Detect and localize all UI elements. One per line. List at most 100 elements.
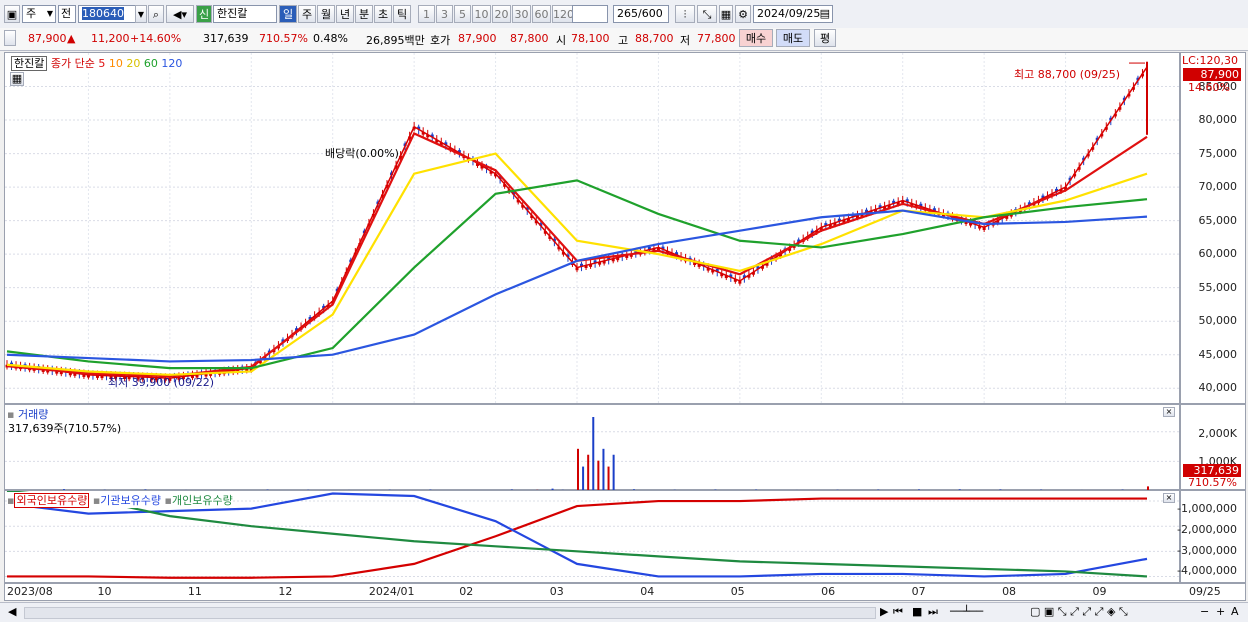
x-tick: 05 <box>731 585 745 598</box>
interval-30[interactable]: 30 <box>512 5 531 23</box>
tool-icons[interactable]: ▢ ▣ ⤡ ⤢ ⤢ ⤢ ◈ ⤡ <box>1030 605 1128 619</box>
chevron-down-icon: ▼ <box>47 6 53 22</box>
scroll-bar[interactable]: ◀ ▶ ⏮ ■ ⏭ ──┴── ▢ ▣ ⤡ ⤢ ⤢ ⤢ ◈ ⤡ − + A <box>0 602 1248 622</box>
tab-2[interactable]: 월 <box>317 5 335 23</box>
zoom-out-icon[interactable]: − <box>1200 605 1209 618</box>
info-toggle-icon[interactable] <box>4 30 16 46</box>
eval-button[interactable]: 평 <box>814 29 836 47</box>
price-tick: 65,000 <box>1199 214 1238 227</box>
interval-3[interactable]: 3 <box>436 5 453 23</box>
gear-icon[interactable]: ⚙ <box>735 5 751 23</box>
interval-20[interactable]: 20 <box>492 5 511 23</box>
interval-10[interactable]: 10 <box>472 5 491 23</box>
volume-bar <box>577 449 579 491</box>
scroll-track[interactable] <box>24 607 876 619</box>
high: 88,700 <box>635 32 674 45</box>
zoom-slider-icon[interactable]: ──┴── <box>950 605 983 618</box>
price-tick: 75,000 <box>1199 147 1238 160</box>
x-tick: 09/25 <box>1189 585 1221 598</box>
date-value: 2024/09/25 <box>757 7 820 20</box>
scroll-left-icon[interactable]: ◀ <box>8 605 16 618</box>
holding-legend: ▪외국인보유수량 ▪기관보유수량 ▪개인보유수량 <box>7 492 233 508</box>
price-tick: 55,000 <box>1199 281 1238 294</box>
volume-close-icon[interactable]: × <box>1163 407 1175 417</box>
interval-5[interactable]: 5 <box>454 5 471 23</box>
tab-1[interactable]: 주 <box>298 5 316 23</box>
legend-ma20: 20 <box>126 57 140 70</box>
speaker-icon[interactable]: ◀▾ <box>166 5 194 23</box>
change-pct: +14.60% <box>130 32 181 45</box>
sell-button[interactable]: 매도 <box>776 29 810 47</box>
x-tick: 08 <box>1002 585 1016 598</box>
low: 77,800 <box>697 32 736 45</box>
period-select[interactable]: 주▼ <box>22 5 56 23</box>
scroll-right-icon[interactable]: ▶ <box>880 605 888 618</box>
tab-6[interactable]: 틱 <box>393 5 411 23</box>
zoom-in-icon[interactable]: + <box>1216 605 1225 618</box>
interval-120[interactable]: 120 <box>552 5 574 23</box>
legend-institution: 기관보유수량 <box>100 494 161 507</box>
candle-icon[interactable]: ⫶ <box>675 5 695 23</box>
tab-4[interactable]: 분 <box>355 5 373 23</box>
interval-60[interactable]: 60 <box>532 5 551 23</box>
holding-tick-3m: -3,000,000 <box>1177 544 1237 557</box>
count-field[interactable]: 265/600 <box>613 5 669 23</box>
mode-select-value: 전 <box>61 7 71 20</box>
box-icon: ▪ <box>165 494 172 507</box>
x-tick: 2023/08 <box>7 585 53 598</box>
open-label: 시 <box>556 32 566 48</box>
change: 11,200 <box>91 32 130 45</box>
volume-bar <box>608 467 610 491</box>
stop-icon[interactable]: ■ <box>912 605 922 618</box>
grid-icon[interactable]: ▦ <box>719 5 733 23</box>
count-value: 265 <box>617 7 638 20</box>
turnover-pct: 0.48% <box>313 32 348 45</box>
blank-select[interactable] <box>572 5 608 23</box>
volume-bar <box>582 467 584 491</box>
buy-button[interactable]: 매수 <box>739 29 773 47</box>
price-tick: 50,000 <box>1199 314 1238 327</box>
holding-tick-4m: -4,000,000 <box>1177 564 1237 577</box>
menu-icon[interactable]: ▣ <box>4 5 20 23</box>
legend-prefix: 종가 단순 <box>51 57 95 70</box>
volume-badge-pct: 710.57% <box>1188 476 1237 489</box>
volume-bar <box>602 449 604 491</box>
x-tick: 06 <box>821 585 835 598</box>
search-icon[interactable]: ⌕ <box>148 5 164 23</box>
x-axis: 2023/081011122024/01020304050607080909/2… <box>4 583 1246 601</box>
holding-tick-2m: -2,000,000 <box>1177 523 1237 536</box>
code-value: 180640 <box>82 7 124 20</box>
price-axis: LC:120,30 85,00080,00075,00070,00065,000… <box>1180 52 1246 404</box>
price-tick: 40,000 <box>1199 381 1238 394</box>
volume-tick-2000k: 2,000K <box>1198 427 1237 440</box>
price-chart[interactable] <box>5 53 1181 405</box>
mode-select[interactable]: 전 <box>58 5 76 23</box>
current-price-badge: 87,900 <box>1183 68 1241 81</box>
volume: 317,639 <box>203 32 249 45</box>
dividend-annotation: 배당락(0.00%) <box>325 145 399 161</box>
holding-close-icon[interactable]: × <box>1163 493 1175 503</box>
first-icon[interactable]: ⏮ <box>893 605 903 619</box>
volume-chart[interactable] <box>5 405 1181 491</box>
stock-name-field[interactable]: 한진칼 <box>213 5 277 23</box>
next-icon[interactable]: ⏭ <box>928 605 938 619</box>
tab-3[interactable]: 년 <box>336 5 354 23</box>
calendar-icon[interactable]: ▤ <box>820 6 830 22</box>
tab-0[interactable]: 일 <box>279 5 297 23</box>
legend: 한진칼 종가 단순 5 10 20 60 120 <box>11 55 182 71</box>
panel-menu-icon[interactable]: ▦ <box>10 72 24 86</box>
interval-1[interactable]: 1 <box>418 5 435 23</box>
x-tick: 07 <box>912 585 926 598</box>
draw-icon[interactable]: ⤡ <box>697 5 717 23</box>
price-panel: 한진칼 종가 단순 5 10 20 60 120 ▦ 최고 88,700 (09… <box>4 52 1180 404</box>
date-field[interactable]: 2024/09/25▤ <box>753 5 833 23</box>
volume-subtitle: 317,639주(710.57%) <box>8 420 121 436</box>
code-input[interactable]: 180640 <box>78 5 136 23</box>
tab-5[interactable]: 초 <box>374 5 392 23</box>
code-dropdown-button[interactable]: ▼ <box>135 5 147 23</box>
holding-axis: -1,000,000 -2,000,000 -3,000,000 -4,000,… <box>1180 490 1246 583</box>
font-size-icon[interactable]: A <box>1231 605 1239 618</box>
price-tick: 60,000 <box>1199 247 1238 260</box>
volume-panel: ▪ 거래량 317,639주(710.57%) × <box>4 404 1180 490</box>
hoga1: 87,900 <box>458 32 497 45</box>
